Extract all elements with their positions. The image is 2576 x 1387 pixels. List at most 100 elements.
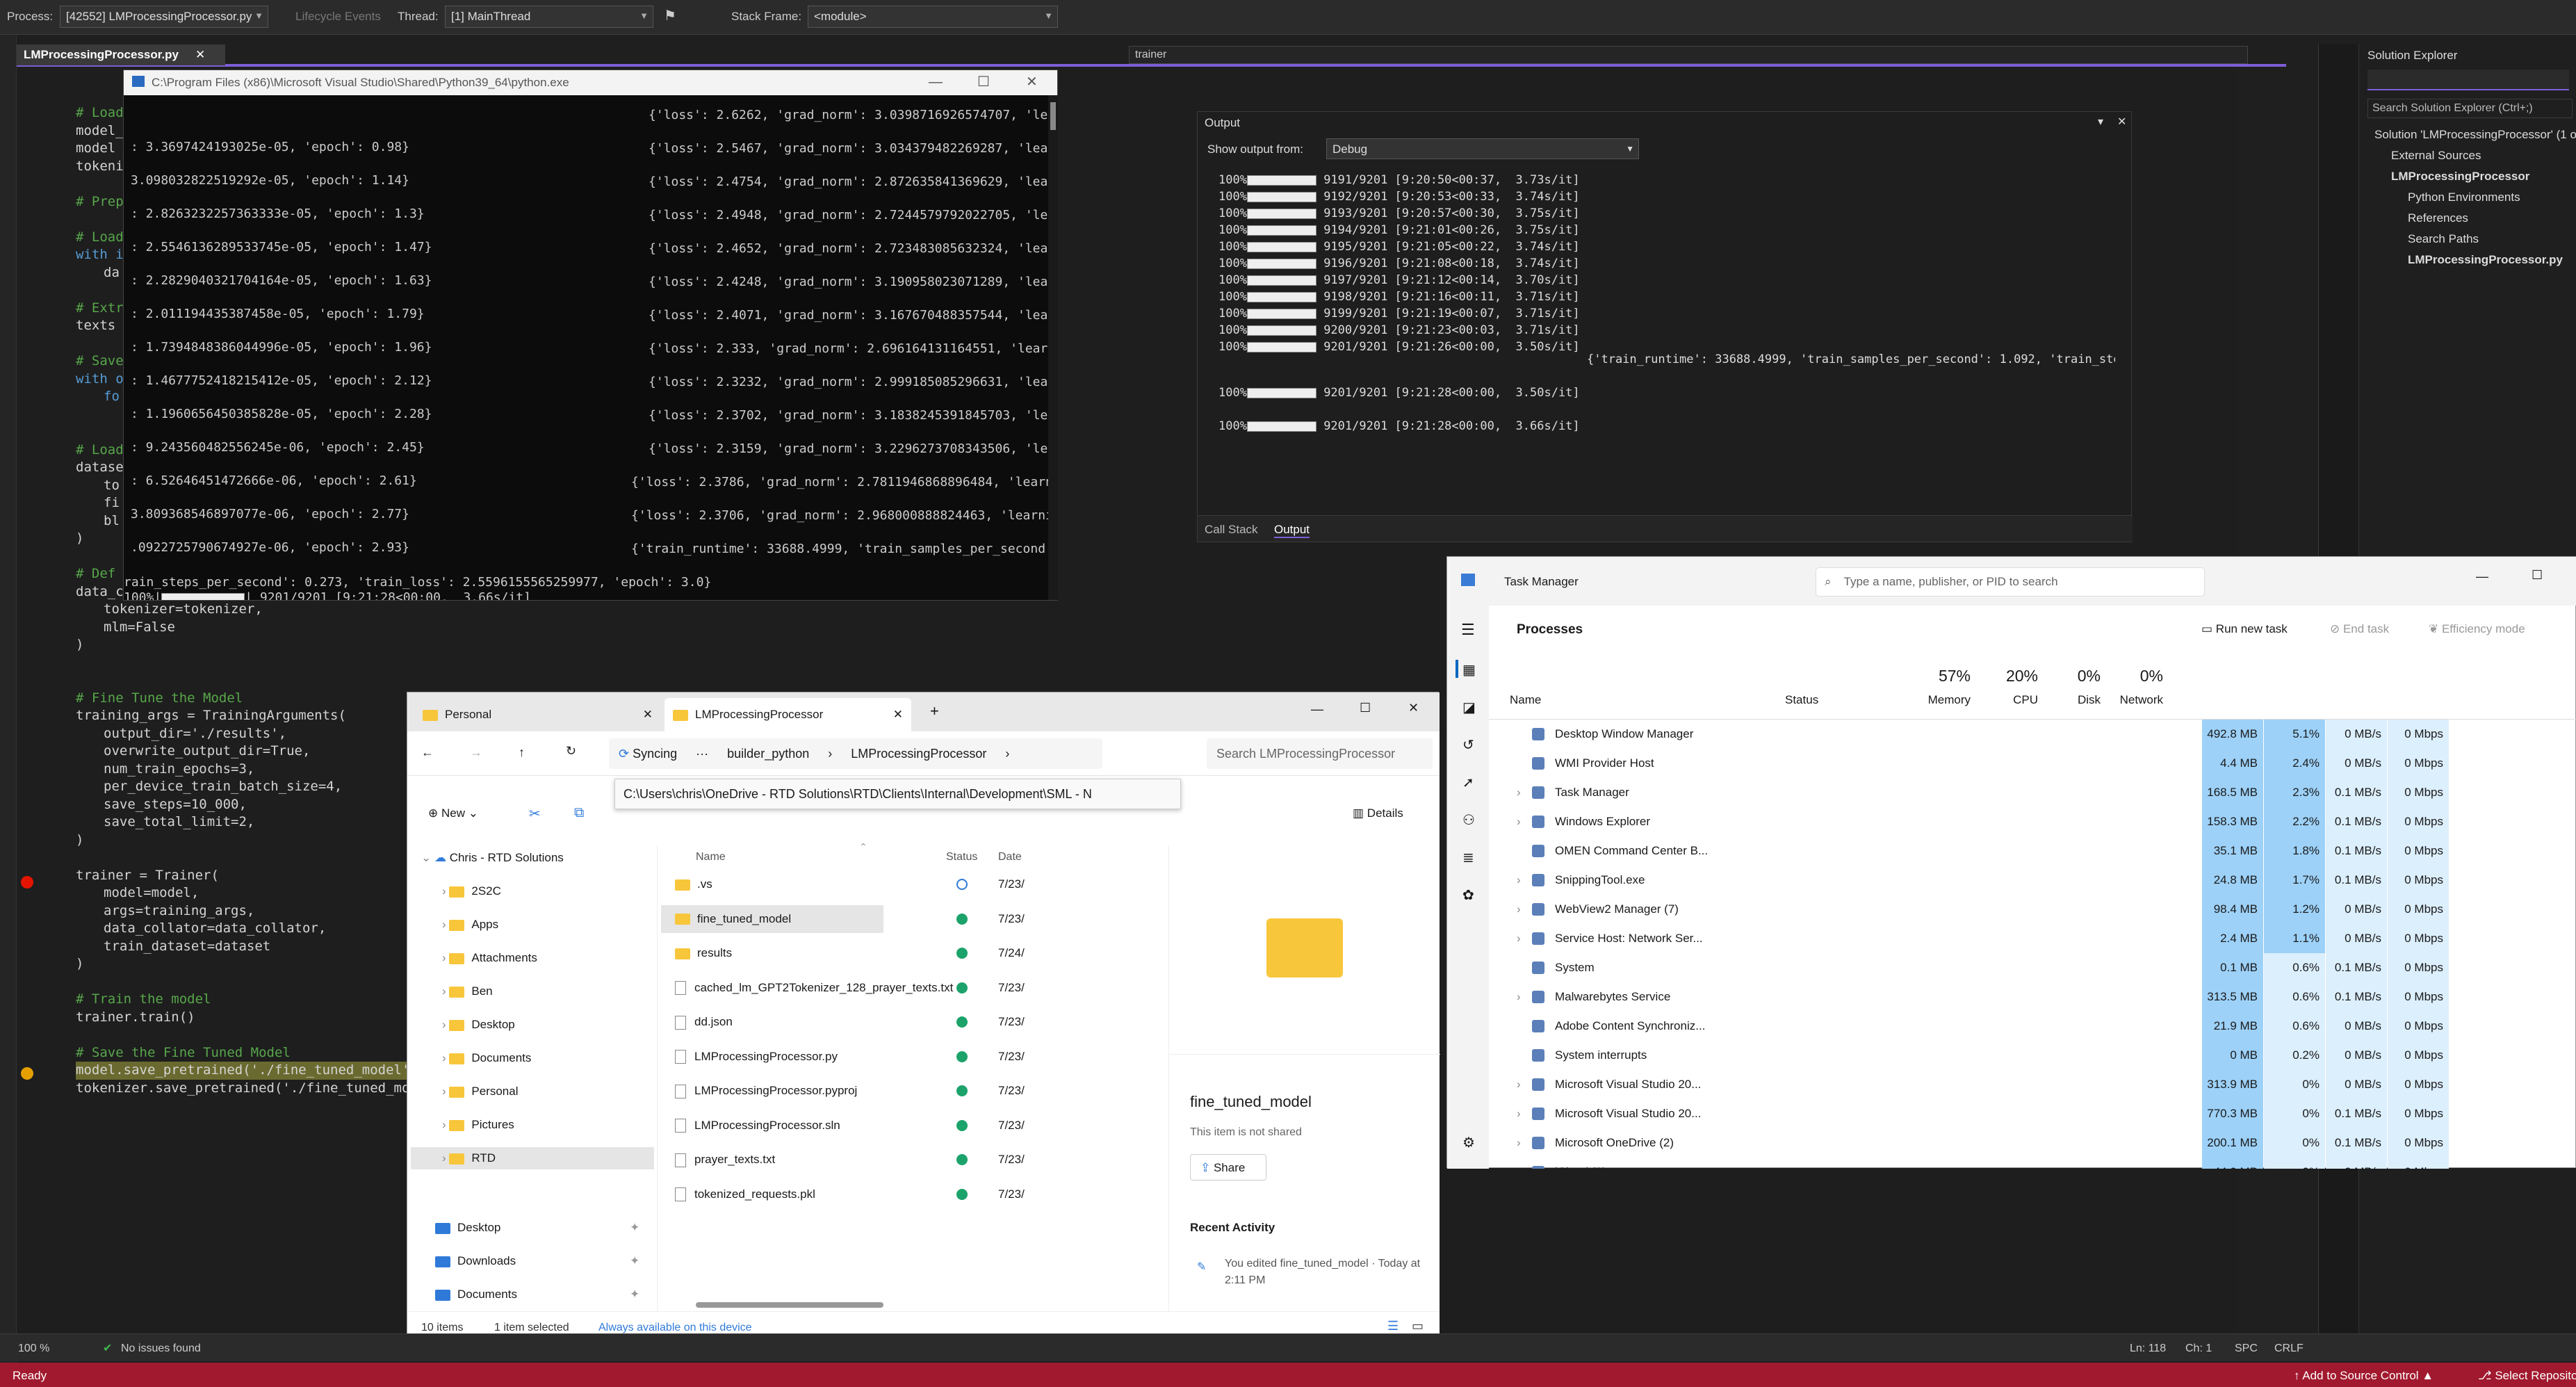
tab-call-stack[interactable]: Call Stack (1205, 523, 1258, 537)
col-network[interactable]: Network (2108, 693, 2163, 707)
add-tab-icon[interactable]: + (930, 702, 939, 720)
zoom-level[interactable]: 100 % (18, 1343, 49, 1355)
nav-item[interactable]: › RTD (411, 1147, 654, 1169)
chevron-right-icon[interactable]: › (1517, 866, 1521, 895)
file-explorer-window[interactable]: Personal ✕ LMProcessingProcessor ✕ + — ☐ ✕… (407, 692, 1440, 1343)
process-row[interactable]: › iCloud (9) 44.9 MB0%0 MB/s0 Mbps (1447, 1158, 2576, 1169)
col-name[interactable]: Name (1510, 693, 1541, 707)
chevron-right-icon[interactable]: › (442, 1085, 449, 1098)
processes-icon[interactable]: ▦ (1462, 661, 1476, 679)
solution-tree-item[interactable]: Search Paths (2408, 232, 2479, 246)
tab-lmprocessingprocessor-folder[interactable]: LMProcessingProcessor ✕ (665, 698, 911, 731)
minimize-icon[interactable]: — (1311, 702, 1323, 717)
file-row[interactable]: fine_tuned_model (661, 905, 883, 933)
python-console-window[interactable]: C:\Program Files (x86)\Microsoft Visual … (123, 70, 1058, 601)
solution-tree-item[interactable]: Solution 'LMProcessingProcessor' (1 of (2374, 128, 2576, 142)
maximize-icon[interactable]: ☐ (1360, 701, 1371, 715)
process-row[interactable]: › SnippingTool.exe 24.8 MB 1.7% 0.1 MB/s 0 Mb… (1447, 866, 2576, 895)
close-icon[interactable]: ✕ (893, 708, 903, 722)
pin-icon[interactable]: ✦ (630, 1288, 639, 1301)
file-row[interactable]: prayer_texts.txt (661, 1146, 883, 1174)
stack-frame-combo[interactable]: <module> ▼ (808, 6, 1058, 28)
chevron-right-icon[interactable]: › (1517, 807, 1521, 836)
list-view-icon[interactable]: ☰ (1387, 1319, 1399, 1333)
chevron-right-icon[interactable]: › (442, 984, 449, 998)
crumb-more[interactable]: ··· (696, 747, 708, 761)
solution-tree-item[interactable]: References (2408, 211, 2468, 225)
chevron-right-icon[interactable]: › (1517, 778, 1521, 807)
tab-output[interactable]: Output (1274, 523, 1310, 538)
refresh-icon[interactable]: ↻ (566, 744, 576, 759)
maximize-icon[interactable]: ☐ (977, 73, 990, 90)
chevron-right-icon[interactable]: ⌄ (421, 851, 434, 864)
file-row[interactable]: LMProcessingProcessor.sln (661, 1112, 883, 1139)
file-row[interactable]: LMProcessingProcessor.py (661, 1043, 883, 1071)
col-file-status[interactable]: Status (946, 851, 977, 863)
col-file-name[interactable]: Name (696, 851, 726, 863)
copy-icon[interactable]: ⧉ (574, 805, 584, 821)
hamburger-icon[interactable]: ☰ (1461, 621, 1475, 639)
file-row[interactable]: cached_lm_GPT2Tokenizer_128_prayer_texts… (661, 974, 953, 1002)
task-manager-window[interactable]: Task Manager ⌕ Type a name, publisher, or… (1446, 556, 2576, 1169)
solution-tree-item[interactable]: External Sources (2391, 149, 2481, 163)
forward-icon[interactable]: → (470, 745, 482, 760)
file-row[interactable]: dd.json (661, 1008, 883, 1036)
file-row[interactable]: LMProcessingProcessor.pyproj (661, 1077, 883, 1105)
up-icon[interactable]: ↑ (519, 745, 525, 760)
file-row[interactable]: results (661, 939, 883, 967)
nav-item[interactable]: › 2S2C (442, 884, 501, 898)
chevron-right-icon[interactable]: › (442, 1051, 449, 1064)
process-row[interactable]: Desktop Window Manager 492.8 MB 5.1% 0 MB/s… (1447, 720, 2576, 749)
details-button[interactable]: ▥ Details (1353, 806, 1403, 820)
chevron-right-icon[interactable]: › (442, 1151, 449, 1165)
issues-status[interactable]: No issues found (121, 1343, 201, 1355)
process-row[interactable]: › Task Manager 168.5 MB 2.3% 0.1 MB/s 0 Mbps (1447, 778, 2576, 807)
tile-view-icon[interactable]: ▭ (1412, 1319, 1424, 1333)
process-row[interactable]: Adobe Content Synchroniz... 21.9 MB 0.6% 0 … (1447, 1012, 2576, 1041)
chevron-right-icon[interactable]: › (442, 1118, 449, 1131)
nav-item[interactable]: › Apps (442, 918, 498, 932)
chevron-right-icon[interactable]: › (442, 1018, 449, 1031)
nav-item[interactable]: › Pictures (442, 1118, 514, 1132)
back-icon[interactable]: ← (421, 745, 434, 760)
explorer-search-input[interactable]: Search LMProcessingProcessor (1207, 738, 1433, 769)
solution-tree-item[interactable]: LMProcessingProcessor.py (2408, 253, 2563, 267)
thread-combo[interactable]: [1] MainThread ▼ (445, 6, 653, 28)
chevron-right-icon[interactable]: › (442, 884, 449, 898)
console-scrollbar[interactable] (1048, 95, 1058, 600)
process-row[interactable]: System 0.1 MB 0.6% 0.1 MB/s 0 Mbps (1447, 953, 2576, 982)
recent-item[interactable]: You edited fine_tuned_model · Today at 2… (1225, 1256, 1426, 1289)
chevron-right-icon[interactable]: › (1517, 1128, 1521, 1158)
close-icon[interactable]: ✕ (1026, 73, 1038, 90)
file-row[interactable]: tokenized_requests.pkl (661, 1181, 883, 1208)
process-row[interactable]: › Microsoft Visual Studio 20... 770.3 MB 0%… (1447, 1099, 2576, 1128)
efficiency-mode-button[interactable]: ❦ Efficiency mode (2429, 622, 2525, 636)
solution-tree-item[interactable]: LMProcessingProcessor (2391, 170, 2529, 184)
solution-tree-item[interactable]: Python Environments (2408, 190, 2520, 204)
nav-item[interactable]: ⌄ ☁ Chris - RTD Solutions (421, 851, 564, 865)
tab-lmprocessingprocessor[interactable]: LMProcessingProcessor.py ✕ (17, 44, 225, 65)
nav-item[interactable]: › Desktop (442, 1018, 515, 1032)
share-button[interactable]: ⇪ Share (1190, 1154, 1266, 1181)
chevron-right-icon[interactable]: › (442, 951, 449, 964)
file-row[interactable]: .vs (661, 870, 883, 898)
col-file-date[interactable]: Date (998, 851, 1022, 863)
quick-access-item[interactable]: Downloads ✦ (435, 1254, 639, 1268)
tm-search-input[interactable]: ⌕ Type a name, publisher, or PID to searc… (1816, 567, 2205, 597)
breadcrumb-lmprocessingprocessor[interactable]: LMProcessingProcessor (851, 747, 986, 761)
address-bar[interactable]: ⟳ Syncing ··· builder_python › LMProcess… (609, 738, 1102, 769)
col-memory[interactable]: Memory (1915, 693, 1971, 707)
chevron-right-icon[interactable]: › (1517, 1099, 1521, 1128)
new-button[interactable]: ⊕ New ⌄ (428, 806, 478, 820)
end-task-button[interactable]: ⊘ End task (2330, 622, 2389, 636)
chevron-right-icon[interactable]: › (1517, 895, 1521, 924)
nav-item[interactable]: › Attachments (442, 951, 537, 965)
member-nav-combo[interactable]: trainer (1129, 46, 2248, 64)
chevron-right-icon[interactable]: › (1517, 982, 1521, 1012)
solution-search-input[interactable]: Search Solution Explorer (Ctrl+;) (2367, 99, 2573, 118)
process-row[interactable]: › Service Host: Network Ser... 2.4 MB 1.1% 0… (1447, 924, 2576, 953)
close-icon[interactable]: ✕ (643, 708, 653, 722)
col-status[interactable]: Status (1785, 693, 1818, 707)
process-row[interactable]: OMEN Command Center B... 35.1 MB 1.8% 0.1 M… (1447, 836, 2576, 866)
chevron-right-icon[interactable]: › (1517, 924, 1521, 953)
